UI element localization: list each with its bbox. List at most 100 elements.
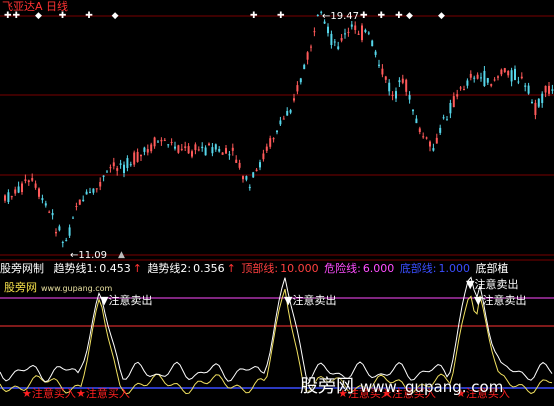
candle-body <box>85 191 88 195</box>
candle-body <box>500 69 503 75</box>
candle-body <box>109 167 112 169</box>
marker-cross-3: ✚ <box>58 11 68 21</box>
marker-diamond-4: ◆ <box>438 11 445 21</box>
candle-body <box>235 159 238 163</box>
candle-body <box>221 152 224 155</box>
scroll-triangle-icon[interactable]: ▲ <box>118 249 125 262</box>
candle-body <box>17 186 20 193</box>
candle-body <box>473 77 476 79</box>
candle-body <box>248 186 251 189</box>
candle-body <box>517 81 520 83</box>
candle-body <box>327 26 329 34</box>
candle-body <box>163 139 166 141</box>
candle-body <box>313 31 316 33</box>
candle-body <box>503 68 506 72</box>
watermark-url: www. gupang. com <box>360 378 504 396</box>
candle-body <box>432 148 435 151</box>
trend2-value: 0.356 <box>193 262 225 275</box>
candle-body <box>242 176 244 180</box>
candle-body <box>72 217 74 219</box>
candle-body <box>497 76 499 78</box>
candle-body <box>184 146 187 148</box>
buy-signal-label-1: ★注意买入 <box>22 387 76 400</box>
candle-body <box>238 162 241 168</box>
candle-body <box>466 80 469 86</box>
marker-row: ✚✚ ◆ ✚ ✚ ◆ <box>4 10 120 23</box>
candle-body <box>75 206 78 207</box>
candle-body <box>483 70 486 86</box>
candle-body <box>357 33 360 35</box>
candle-body <box>381 68 384 75</box>
marker-cross-2: ✚ <box>12 11 22 21</box>
candle-body <box>21 183 23 192</box>
candle-body <box>272 138 275 140</box>
candle-body <box>456 94 459 97</box>
candle-body <box>293 98 295 101</box>
candle-body <box>119 163 122 165</box>
candle-body <box>493 79 496 81</box>
candle-body <box>218 149 221 152</box>
candle-body <box>418 128 421 132</box>
candle-body <box>255 169 258 172</box>
candle-body <box>303 64 306 70</box>
candle-body <box>374 51 377 55</box>
candle-body <box>14 189 17 194</box>
candle-body <box>140 154 142 157</box>
candle-body <box>153 137 156 147</box>
candle-body <box>197 149 200 151</box>
candle-body <box>449 103 452 114</box>
candle-body <box>544 85 547 93</box>
candle-body <box>41 198 44 201</box>
candle-body <box>180 148 183 150</box>
candle-body <box>252 172 255 178</box>
bottom-buy-label: 底部植 <box>475 262 509 275</box>
candle-body <box>408 95 411 100</box>
candle-body <box>177 145 180 153</box>
candle-body <box>143 147 146 152</box>
candle-body <box>398 80 401 83</box>
kline-chart-canvas[interactable] <box>0 0 554 406</box>
indicator-header: 股旁网制 趋势线1: 0.453 ↑ 趋势线2: 0.356 ↑ 顶部线: 10.000 … <box>0 262 554 276</box>
candle-body <box>174 146 176 149</box>
low-price-label: ←11.09 <box>70 250 108 261</box>
candle-body <box>490 84 493 86</box>
candle-body <box>157 141 159 143</box>
candle-body <box>316 15 319 16</box>
marker-group-right: ✚ ✚ ✚ <box>360 10 405 23</box>
candle-body <box>531 101 533 103</box>
candle-body <box>452 96 455 108</box>
high-price-label: ←19.47 <box>322 11 360 22</box>
marker-cross-9: ✚ <box>395 11 405 21</box>
marker-cross-5: ✚ <box>250 11 258 21</box>
bottom-line-label: 底部线: <box>399 262 437 275</box>
candle-body <box>133 152 136 165</box>
danger-line-value: 6.000 <box>362 262 395 275</box>
candle-body <box>146 149 149 153</box>
candle-body <box>89 191 91 193</box>
candle-body <box>34 183 37 188</box>
candle-body <box>116 168 119 171</box>
candle-body <box>51 213 54 216</box>
candle-body <box>211 147 214 154</box>
candle-body <box>442 117 445 119</box>
candle-body <box>401 78 404 83</box>
candle-body <box>415 118 418 124</box>
candle-body <box>225 148 227 154</box>
candle-body <box>99 182 102 187</box>
buy-signal-label-2: ★注意买入 <box>76 387 130 400</box>
candle-body <box>112 162 115 167</box>
candle-body <box>282 118 285 120</box>
marker-cross-4: ✚ <box>85 11 94 21</box>
top-line-label: 顶部线: <box>241 262 279 275</box>
marker-cross-1: ✚ <box>4 11 13 21</box>
candle-body <box>92 188 95 193</box>
candle-body <box>364 29 367 32</box>
candle-body <box>422 136 425 138</box>
candle-body <box>429 141 431 147</box>
candle-body <box>425 137 428 139</box>
candle-body <box>129 164 132 166</box>
candle-body <box>354 25 357 30</box>
watermark: 股旁网 www. gupang. com <box>300 372 503 398</box>
candle-body <box>61 242 64 243</box>
watermark-name: 股旁网 <box>300 376 354 397</box>
